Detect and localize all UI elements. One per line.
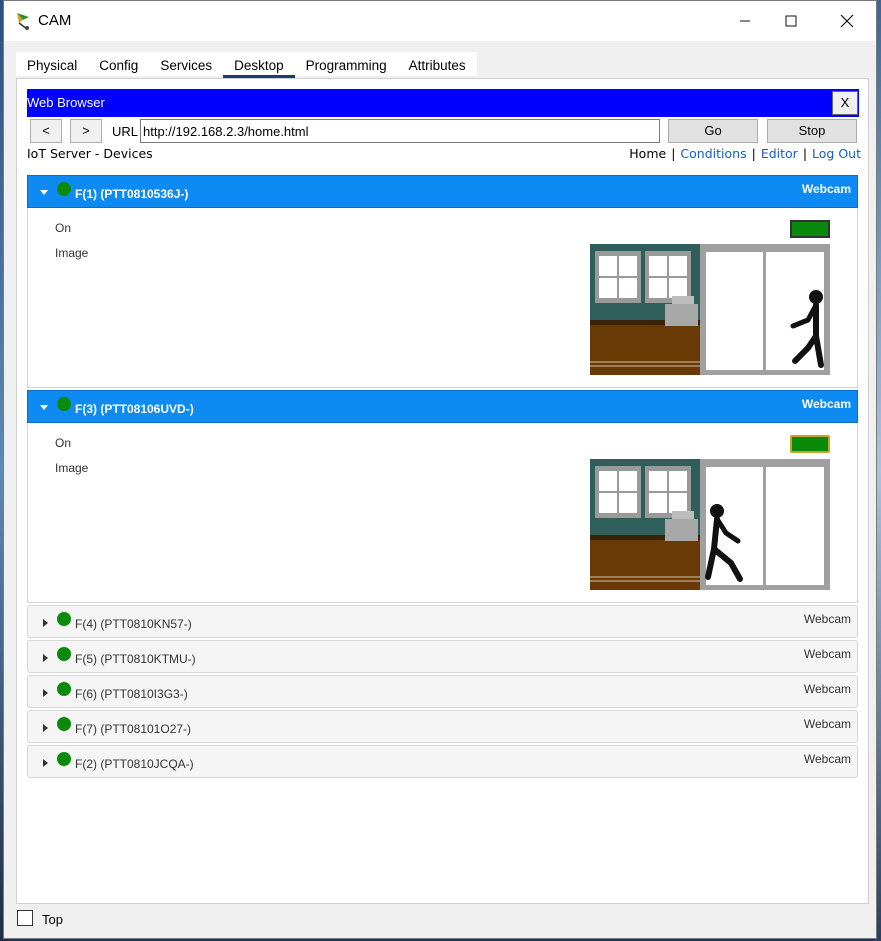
device-type: Webcam — [803, 682, 851, 696]
window-title: CAM — [38, 12, 72, 29]
device-list: F(1) (PTT0810536J-) Webcam On Image F(3)… — [27, 173, 859, 892]
device-item: F(1) (PTT0810536J-) Webcam On Image — [27, 175, 858, 388]
caret-right-icon — [43, 689, 48, 697]
url-input[interactable] — [140, 119, 660, 143]
device-header[interactable]: F(3) (PTT08106UVD-) Webcam — [27, 390, 858, 423]
maximize-icon — [785, 15, 797, 27]
close-window-button[interactable] — [824, 1, 870, 41]
status-dot-icon — [57, 647, 71, 661]
device-header[interactable]: F(1) (PTT0810536J-) Webcam — [27, 175, 858, 208]
tab-attributes[interactable]: Attributes — [398, 52, 477, 76]
device-header[interactable]: F(4) (PTT0810KN57-) Webcam — [27, 605, 858, 638]
on-toggle[interactable] — [790, 435, 830, 453]
tab-config[interactable]: Config — [88, 52, 149, 76]
image-label: Image — [55, 461, 89, 475]
status-dot-icon — [57, 752, 71, 766]
caret-right-icon — [43, 619, 48, 627]
device-type: Webcam — [803, 752, 851, 766]
minimize-icon — [740, 20, 750, 22]
minimize-button[interactable] — [722, 1, 768, 41]
stop-button[interactable]: Stop — [767, 119, 857, 143]
device-header[interactable]: F(5) (PTT0810KTMU-) Webcam — [27, 640, 858, 673]
page-nav: Home | Conditions | Editor | Log Out — [629, 146, 861, 161]
device-item: F(3) (PTT08106UVD-) Webcam On Image — [27, 390, 858, 603]
web-browser-header: Web Browser X — [27, 89, 859, 117]
device-type: Webcam — [803, 612, 851, 626]
device-item: F(2) (PTT0810JCQA-) Webcam — [27, 745, 858, 778]
packet-tracer-app-icon — [17, 13, 29, 30]
maximize-button[interactable] — [768, 1, 814, 41]
tab-bar: Physical Config Services Desktop Program… — [16, 52, 477, 79]
device-details: On Image — [27, 208, 858, 388]
top-checkbox[interactable] — [17, 910, 33, 926]
device-header[interactable]: F(6) (PTT0810I3G3-) Webcam — [27, 675, 858, 708]
tab-physical[interactable]: Physical — [16, 52, 88, 76]
nav-separator: | — [751, 146, 756, 161]
caret-down-icon — [40, 190, 48, 195]
device-type: Webcam — [801, 397, 851, 411]
device-details: On Image — [27, 423, 858, 603]
title-bar[interactable]: CAM — [4, 1, 876, 41]
back-button[interactable]: < — [30, 119, 62, 143]
device-header[interactable]: F(2) (PTT0810JCQA-) Webcam — [27, 745, 858, 778]
device-name: F(1) (PTT0810536J-) — [75, 187, 189, 201]
nav-separator: | — [802, 146, 808, 161]
url-label: URL — [112, 124, 139, 139]
on-label: On — [55, 436, 72, 450]
nav-editor-link[interactable]: Editor — [761, 146, 798, 161]
status-dot-icon — [57, 182, 71, 196]
nav-logout-link[interactable]: Log Out — [812, 146, 861, 161]
status-dot-icon — [57, 682, 71, 696]
top-checkbox-label: Top — [42, 912, 63, 927]
device-item: F(6) (PTT0810I3G3-) Webcam — [27, 675, 858, 708]
caret-right-icon — [43, 654, 48, 662]
device-item: F(7) (PTT08101O27-) Webcam — [27, 710, 858, 743]
on-label: On — [55, 221, 72, 235]
device-type: Webcam — [801, 182, 851, 196]
caret-right-icon — [43, 759, 48, 767]
web-browser-close-button[interactable]: X — [832, 91, 858, 115]
status-dot-icon — [57, 612, 71, 626]
device-name: F(7) (PTT08101O27-) — [75, 722, 192, 736]
nav-separator: | — [671, 146, 676, 161]
webcam-image — [590, 459, 830, 590]
cam-window: CAM Physical Config Services Desktop Pro… — [3, 0, 877, 939]
on-toggle[interactable] — [790, 220, 830, 238]
device-name: F(6) (PTT0810I3G3-) — [75, 687, 188, 701]
tab-desktop[interactable]: Desktop — [223, 52, 295, 79]
caret-down-icon — [40, 405, 48, 410]
device-type: Webcam — [803, 717, 851, 731]
device-item: F(5) (PTT0810KTMU-) Webcam — [27, 640, 858, 673]
image-label: Image — [55, 246, 89, 260]
device-item: F(4) (PTT0810KN57-) Webcam — [27, 605, 858, 638]
device-header[interactable]: F(7) (PTT08101O27-) Webcam — [27, 710, 858, 743]
device-name: F(3) (PTT08106UVD-) — [75, 402, 194, 416]
device-type: Webcam — [803, 647, 851, 661]
status-dot-icon — [57, 717, 71, 731]
tab-services[interactable]: Services — [149, 52, 223, 76]
go-button[interactable]: Go — [668, 119, 758, 143]
web-browser-title: Web Browser — [27, 95, 105, 110]
nav-conditions-link[interactable]: Conditions — [680, 146, 746, 161]
status-dot-icon — [57, 397, 71, 411]
desktop-panel: Web Browser X < > URL Go Stop IoT Server… — [16, 78, 869, 904]
page-title: IoT Server - Devices — [27, 146, 153, 161]
device-name: F(5) (PTT0810KTMU-) — [75, 652, 196, 666]
device-name: F(4) (PTT0810KN57-) — [75, 617, 192, 631]
webcam-image — [590, 244, 830, 375]
close-icon — [840, 14, 854, 28]
device-name: F(2) (PTT0810JCQA-) — [75, 757, 194, 771]
tab-programming[interactable]: Programming — [295, 52, 398, 76]
caret-right-icon — [43, 724, 48, 732]
forward-button[interactable]: > — [70, 119, 102, 143]
nav-home-link[interactable]: Home — [629, 146, 666, 161]
